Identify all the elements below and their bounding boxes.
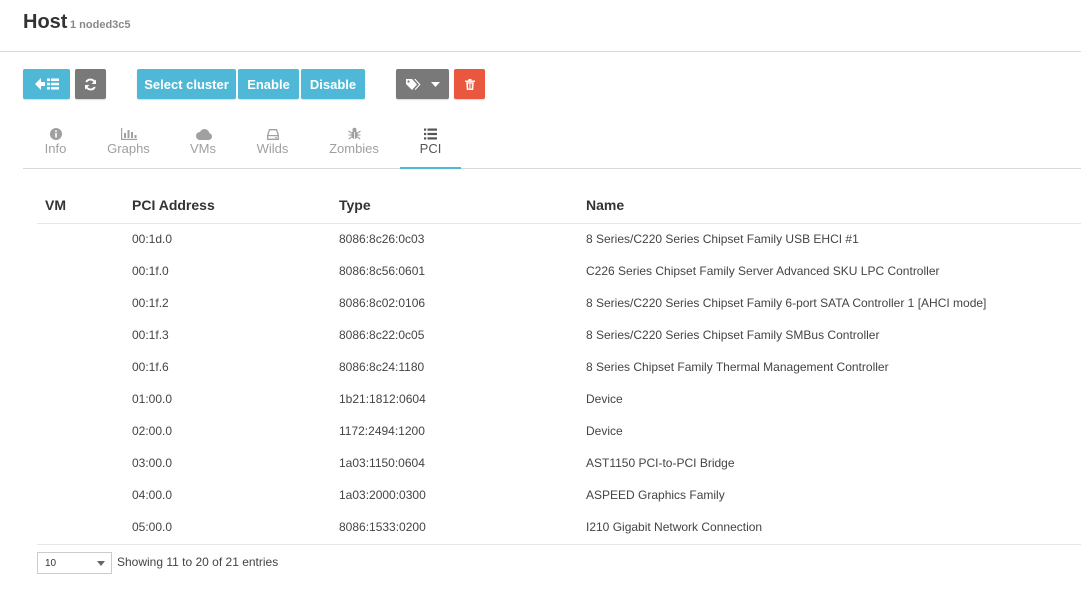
cell-type: 1a03:2000:0300	[339, 488, 426, 502]
cell-name: I210 Gigabit Network Connection	[586, 520, 763, 534]
tab-info-label: Info	[44, 141, 67, 156]
pci-table: VM PCI Address Type Name 00:1d.0 8086:8c2…	[37, 188, 1081, 545]
tab-vms-label: VMs	[190, 141, 216, 156]
cell-name: AST1150 PCI-to-PCI Bridge	[586, 456, 735, 470]
cell-type: 8086:8c02:0106	[339, 296, 426, 310]
column-header-vm[interactable]: VM	[45, 197, 66, 213]
page-size-value: 10	[45, 558, 57, 569]
page-title: Host	[23, 11, 68, 33]
table-row[interactable]: 01:00.0 1b21:1812:0604 Device	[37, 384, 1081, 416]
toolbar: Select cluster Enable Disable	[0, 69, 1081, 99]
chevron-down-icon	[97, 561, 105, 566]
cell-name: ASPEED Graphics Family	[586, 488, 725, 502]
list-icon	[400, 124, 461, 140]
tab-info[interactable]: Info	[35, 124, 76, 169]
cell-type: 1172:2494:1200	[339, 424, 425, 438]
tab-graphs-label: Graphs	[107, 141, 150, 156]
table-header: VM PCI Address Type Name	[37, 188, 1081, 224]
table-body: 00:1d.0 8086:8c26:0c03 8 Series/C220 Serie…	[37, 224, 1081, 544]
column-header-name[interactable]: Name	[586, 197, 624, 213]
chevron-down-icon	[430, 81, 440, 87]
table-row[interactable]: 04:00.0 1a03:2000:0300 ASPEED Graphics Fam…	[37, 480, 1081, 512]
hdd-icon	[251, 124, 294, 140]
table-row[interactable]: 00:1f.2 8086:8c02:0106 8 Series/C220 Serie…	[37, 288, 1081, 320]
tab-pci-label: PCI	[419, 141, 442, 156]
table-row[interactable]: 05:00.0 8086:1533:0200 I210 Gigabit Networ…	[37, 512, 1081, 544]
cell-pci-address: 00:1f.0	[132, 264, 169, 278]
cell-type: 8086:8c56:0601	[339, 264, 426, 278]
refresh-button[interactable]	[75, 69, 106, 99]
column-header-pci-address[interactable]: PCI Address	[132, 197, 215, 213]
cell-pci-address: 05:00.0	[132, 520, 173, 534]
cell-pci-address: 00:1f.6	[132, 360, 169, 374]
delete-button[interactable]	[454, 69, 485, 99]
select-cluster-button[interactable]: Select cluster	[137, 69, 236, 99]
cell-name: 8 Series/C220 Series Chipset Family SMBu…	[586, 328, 880, 342]
host-subtitle: 1 noded3c5	[70, 19, 131, 31]
page-size-select[interactable]: 10	[37, 552, 112, 574]
arrow-left-list-icon	[34, 78, 59, 90]
table-row[interactable]: 02:00.0 1172:2494:1200 Device	[37, 416, 1081, 448]
bar-chart-icon	[102, 124, 155, 140]
cell-name: 8 Series/C220 Series Chipset Family USB …	[586, 232, 859, 246]
cell-type: 8086:8c22:0c05	[339, 328, 425, 342]
cell-type: 8086:8c24:1180	[339, 360, 425, 374]
tab-pci[interactable]: PCI	[400, 124, 461, 169]
cell-name: 8 Series Chipset Family Thermal Manageme…	[586, 360, 889, 374]
cell-pci-address: 04:00.0	[132, 488, 173, 502]
cell-pci-address: 00:1f.2	[132, 296, 169, 310]
entries-info: Showing 11 to 20 of 21 entries	[117, 555, 279, 569]
cell-pci-address: 01:00.0	[132, 392, 173, 406]
bug-icon	[326, 124, 382, 140]
table-row[interactable]: 00:1d.0 8086:8c26:0c03 8 Series/C220 Serie…	[37, 224, 1081, 256]
tab-wilds[interactable]: Wilds	[251, 124, 294, 169]
cell-type: 1b21:1812:0604	[339, 392, 426, 406]
page-header: Host 1 noded3c5	[0, 0, 1081, 52]
tab-zombies[interactable]: Zombies	[326, 124, 382, 169]
back-to-list-button[interactable]	[23, 69, 70, 99]
cell-pci-address: 00:1f.3	[132, 328, 169, 342]
refresh-icon	[84, 78, 97, 91]
trash-icon	[464, 78, 475, 90]
tab-vms[interactable]: VMs	[183, 124, 223, 169]
cell-type: 1a03:1150:0604	[339, 456, 425, 470]
cell-pci-address: 00:1d.0	[132, 232, 173, 246]
cell-pci-address: 03:00.0	[132, 456, 173, 470]
host-tabs: Info Graphs VMs Wilds Zombies PCI	[23, 124, 1081, 169]
cell-name: C226 Series Chipset Family Server Advanc…	[586, 264, 940, 278]
cell-pci-address: 02:00.0	[132, 424, 173, 438]
table-row[interactable]: 00:1f.3 8086:8c22:0c05 8 Series/C220 Serie…	[37, 320, 1081, 352]
table-row[interactable]: 03:00.0 1a03:1150:0604 AST1150 PCI-to-PCI …	[37, 448, 1081, 480]
cell-type: 8086:1533:0200	[339, 520, 426, 534]
cell-name: 8 Series/C220 Series Chipset Family 6-po…	[586, 296, 987, 310]
tab-zombies-label: Zombies	[329, 141, 379, 156]
table-row[interactable]: 00:1f.0 8086:8c56:0601 C226 Series Chipset…	[37, 256, 1081, 288]
cloud-icon	[183, 124, 223, 140]
info-circle-icon	[35, 124, 76, 140]
column-header-type[interactable]: Type	[339, 197, 371, 213]
cell-name: Device	[586, 392, 623, 406]
disable-button[interactable]: Disable	[301, 69, 365, 99]
cell-type: 8086:8c26:0c03	[339, 232, 425, 246]
table-bottom-divider	[37, 544, 1081, 545]
table-row[interactable]: 00:1f.6 8086:8c24:1180 8 Series Chipset Fa…	[37, 352, 1081, 384]
enable-button[interactable]: Enable	[238, 69, 299, 99]
cell-name: Device	[586, 424, 623, 438]
tags-dropdown-button[interactable]	[396, 69, 449, 99]
tags-icon	[405, 78, 422, 90]
tab-graphs[interactable]: Graphs	[102, 124, 155, 169]
table-footer: 10 Showing 11 to 20 of 21 entries	[37, 552, 637, 574]
tab-wilds-label: Wilds	[256, 141, 289, 156]
